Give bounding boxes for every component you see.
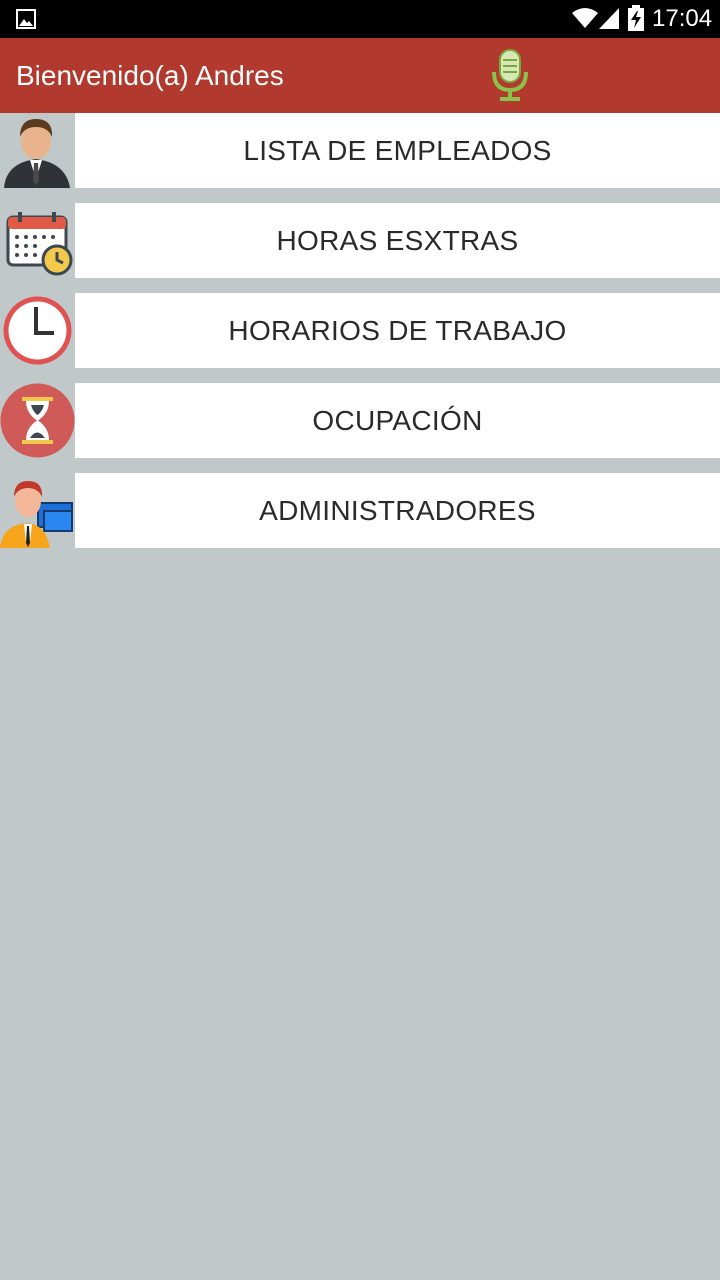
- status-bar: 17:04: [0, 0, 720, 38]
- menu-row-horarios-trabajo: HORARIOS DE TRABAJO: [0, 293, 720, 368]
- businessman-icon: [4, 119, 70, 188]
- status-clock: 17:04: [652, 5, 713, 32]
- horas-extras-button[interactable]: HORAS ESXTRAS: [75, 203, 720, 278]
- calendar-clock-icon: [6, 212, 73, 276]
- ocupacion-button[interactable]: OCUPACIÓN: [75, 383, 720, 458]
- microphone-icon[interactable]: [490, 48, 530, 102]
- lista-empleados-button[interactable]: LISTA DE EMPLEADOS: [75, 113, 720, 188]
- clock-icon: [3, 296, 72, 365]
- horarios-trabajo-button[interactable]: HORARIOS DE TRABAJO: [75, 293, 720, 368]
- signal-icon: [599, 8, 619, 29]
- gallery-icon: [16, 9, 36, 29]
- menu-row-ocupacion: OCUPACIÓN: [0, 383, 720, 458]
- battery-charging-icon: [628, 5, 644, 31]
- app-header: Bienvenido(a) Andres: [0, 38, 720, 113]
- hourglass-icon: [0, 383, 75, 458]
- administradores-button[interactable]: ADMINISTRADORES: [75, 473, 720, 548]
- welcome-title: Bienvenido(a) Andres: [16, 60, 284, 91]
- admin-computer-icon: [0, 481, 73, 548]
- menu-row-horas-extras: HORAS ESXTRAS: [0, 203, 720, 278]
- menu-row-administradores: ADMINISTRADORES: [0, 473, 720, 548]
- wifi-icon: [572, 8, 598, 28]
- menu-row-lista-empleados: LISTA DE EMPLEADOS: [0, 113, 720, 188]
